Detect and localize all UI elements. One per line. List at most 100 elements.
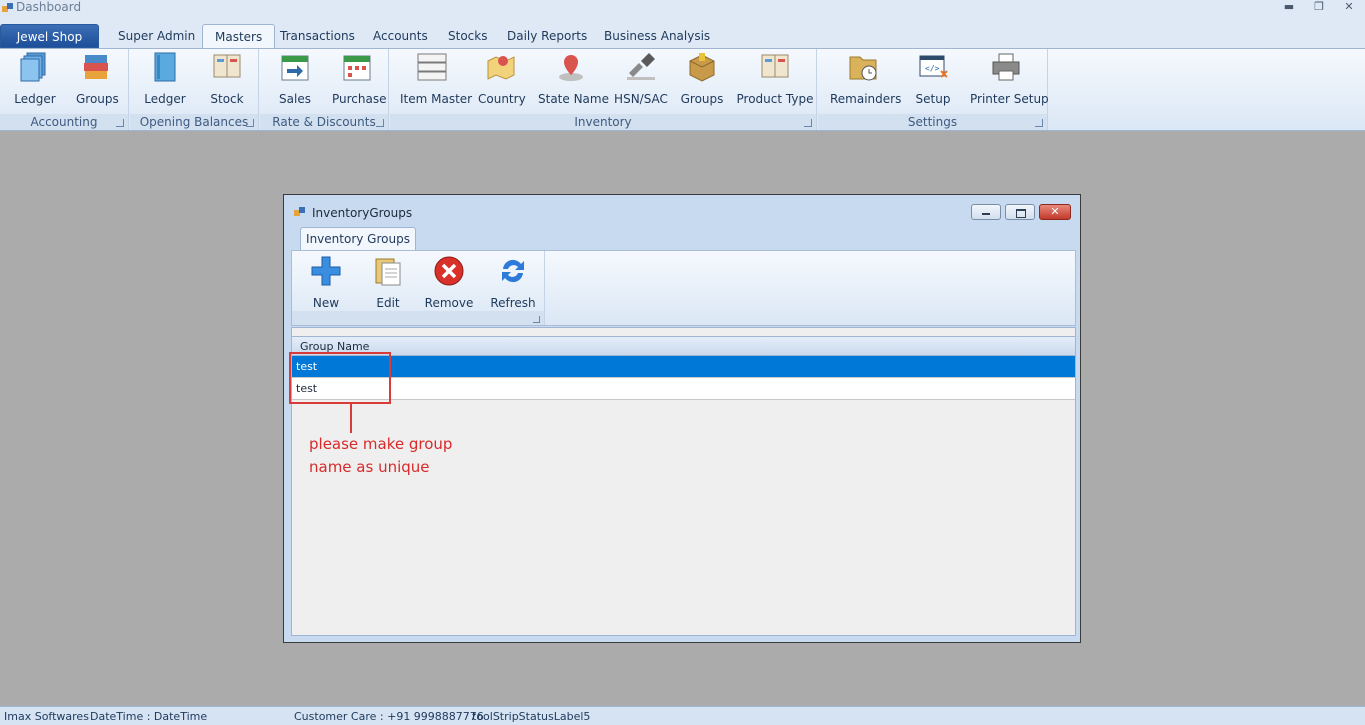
state-name-label: State Name [538, 92, 609, 106]
status-company: Imax Softwares [4, 710, 89, 723]
status-label-5: toolStripStatusLabel5 [472, 710, 591, 723]
app-icon [2, 3, 13, 12]
dialog-launcher-icon[interactable] [376, 119, 384, 127]
svg-text:</>: </> [925, 64, 940, 73]
window-controls: ▬ ❐ ✕ [1283, 0, 1355, 13]
groups-grid[interactable]: Group Name test test [291, 327, 1076, 636]
box-icon [689, 53, 715, 82]
ledger-button[interactable]: Ledger [14, 51, 56, 106]
product-type-label: Product Type [736, 92, 814, 106]
state-name-button[interactable]: State Name [538, 51, 609, 106]
group-inventory: Item Master Country State Name HSN/SAC G… [390, 49, 817, 130]
window-icon [294, 207, 305, 216]
folder-clock-icon [849, 56, 877, 81]
sales-label: Sales [279, 92, 311, 106]
status-datetime: DateTime : DateTime [90, 710, 208, 723]
edit-button[interactable]: Edit [366, 255, 410, 310]
close-icon[interactable] [1039, 204, 1071, 220]
annotation-line-2: name as unique [309, 458, 430, 476]
ledger-book-icon [20, 52, 46, 82]
tab-stocks[interactable]: Stocks [436, 24, 499, 48]
setup-button[interactable]: </> Setup [912, 51, 954, 106]
purchase-button[interactable]: Purchase [332, 51, 387, 106]
close-icon[interactable]: ✕ [1343, 0, 1355, 13]
country-button[interactable]: Country [478, 51, 526, 106]
dialog-launcher-icon[interactable] [804, 119, 812, 127]
ribbon: Ledger Groups Accounting Ledger Stock Op… [0, 48, 1365, 131]
product-type-button[interactable]: Product Type [736, 51, 814, 106]
table-row[interactable]: test [292, 356, 1075, 378]
code-window-icon: </> [919, 55, 948, 78]
ledger-book-icon [154, 52, 176, 82]
annotation-highlight-box [289, 352, 391, 404]
tab-masters[interactable]: Masters [202, 24, 276, 48]
tab-jewel-shop[interactable]: Jewel Shop [0, 24, 99, 48]
groups-button[interactable]: Groups [76, 51, 119, 106]
tab-super-admin[interactable]: Super Admin [106, 24, 207, 48]
minimize-icon[interactable]: ▬ [1283, 0, 1295, 13]
stock-book-icon [213, 54, 241, 78]
dialog-launcher-icon[interactable] [1035, 119, 1043, 127]
books-stack-icon [84, 55, 108, 79]
remainders-label: Remainders [830, 92, 902, 106]
country-label: Country [478, 92, 526, 106]
open-book-icon [761, 54, 789, 78]
maximize-icon[interactable] [1005, 204, 1035, 220]
remainders-button[interactable]: Remainders [830, 51, 902, 106]
tab-transactions[interactable]: Transactions [268, 24, 367, 48]
ledger-label: Ledger [144, 92, 186, 106]
printer-setup-label: Printer Setup [970, 92, 1049, 106]
edit-label: Edit [376, 296, 400, 310]
clipboard-icon [375, 258, 401, 286]
dialog-launcher-icon[interactable] [533, 316, 540, 323]
group-accounting: Ledger Groups Accounting [0, 49, 129, 130]
dialog-launcher-icon[interactable] [116, 119, 124, 127]
table-row[interactable]: test [292, 378, 1075, 400]
child-toolbar-group: New Edit Remove Refresh [292, 251, 545, 325]
annotation-note: please make group name as unique [309, 433, 509, 479]
item-list-icon [417, 53, 447, 81]
new-button[interactable]: New [304, 255, 348, 310]
minimize-icon[interactable] [971, 204, 1001, 220]
title-bar: Dashboard ▬ ❐ ✕ [0, 0, 1365, 24]
ribbon-tabs: Jewel Shop Super Admin Masters Transacti… [0, 24, 1365, 48]
restore-icon[interactable]: ❐ [1313, 0, 1325, 13]
item-master-button[interactable]: Item Master [400, 51, 473, 106]
child-window-title: InventoryGroups [312, 206, 413, 220]
printer-setup-button[interactable]: Printer Setup [970, 51, 1049, 106]
dialog-launcher-icon[interactable] [246, 119, 254, 127]
printer-icon [992, 53, 1020, 81]
inventory-groups-window: InventoryGroups Inventory Groups New Edi… [283, 194, 1081, 643]
tab-inventory-groups[interactable]: Inventory Groups [300, 227, 416, 251]
remove-button[interactable]: Remove [424, 255, 474, 310]
annotation-line-1: please make group [309, 435, 453, 453]
stamp-icon [627, 53, 655, 80]
stock-label: Stock [210, 92, 244, 106]
sales-button[interactable]: Sales [274, 51, 316, 106]
plus-icon [311, 256, 341, 286]
refresh-button[interactable]: Refresh [488, 255, 538, 310]
location-pin-icon [559, 55, 583, 81]
opening-stock-button[interactable]: Stock [206, 51, 248, 106]
tab-business-analysis[interactable]: Business Analysis [592, 24, 722, 48]
child-toolbar: New Edit Remove Refresh [291, 250, 1076, 326]
accounting-caption: Accounting [0, 114, 128, 130]
status-bar: Imax Softwares DateTime : DateTime Custo… [0, 706, 1365, 725]
groups-label: Groups [680, 92, 724, 106]
group-rate-discounts: Sales Purchase Rate & Discounts [260, 49, 389, 130]
tab-accounts[interactable]: Accounts [361, 24, 440, 48]
calendar-arrow-icon [281, 55, 309, 81]
tab-daily-reports[interactable]: Daily Reports [495, 24, 599, 48]
opening-ledger-button[interactable]: Ledger [144, 51, 186, 106]
column-header-group-name[interactable]: Group Name [292, 336, 1075, 356]
ledger-label: Ledger [14, 92, 56, 106]
calendar-icon [343, 55, 371, 81]
item-master-label: Item Master [400, 92, 473, 106]
map-pin-icon [487, 56, 515, 80]
refresh-label: Refresh [490, 296, 536, 310]
rate-discounts-caption: Rate & Discounts [260, 114, 388, 130]
inventory-groups-button[interactable]: Groups [680, 51, 724, 106]
hsn-sac-button[interactable]: HSN/SAC [614, 51, 668, 106]
refresh-icon [502, 259, 524, 283]
annotation-connector [350, 403, 352, 433]
